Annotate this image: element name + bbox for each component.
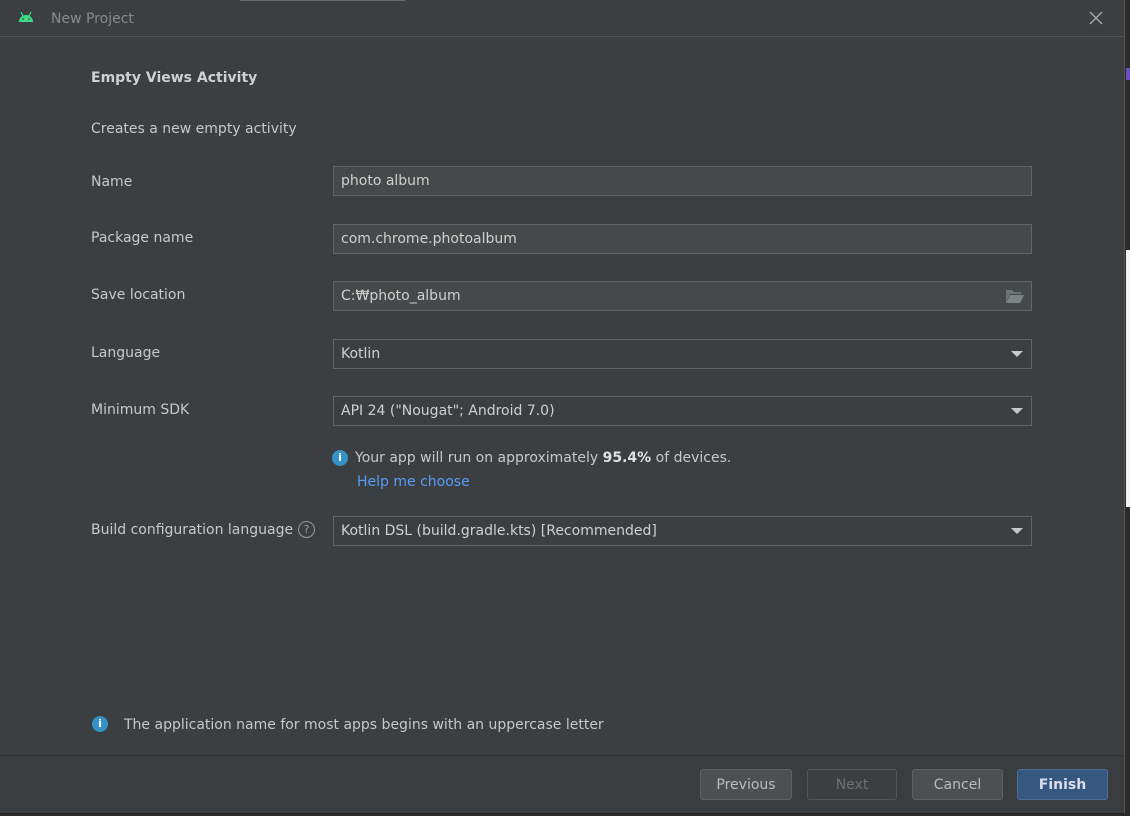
validation-hint: The application name for most apps begin… bbox=[124, 717, 604, 733]
coverage-suffix: of devices. bbox=[655, 450, 732, 466]
android-icon bbox=[19, 12, 33, 22]
chevron-down-icon bbox=[1011, 528, 1023, 534]
language-label: Language bbox=[91, 345, 161, 361]
title-bar-highlight bbox=[240, 0, 405, 1]
save-location-input[interactable]: C:₩photo_album bbox=[333, 281, 1032, 311]
language-dropdown[interactable]: Kotlin bbox=[333, 339, 1032, 369]
previous-button[interactable]: Previous bbox=[700, 769, 792, 800]
new-project-dialog: New Project Empty Views Activity Creates… bbox=[0, 0, 1125, 814]
package-name-label: Package name bbox=[91, 230, 194, 246]
close-icon[interactable] bbox=[1088, 10, 1104, 26]
save-location-value: C:₩photo_album bbox=[341, 288, 461, 304]
name-label: Name bbox=[91, 174, 133, 190]
minimum-sdk-label: Minimum SDK bbox=[91, 402, 190, 418]
coverage-prefix: Your app will run on approximately bbox=[355, 450, 599, 466]
language-value: Kotlin bbox=[341, 346, 381, 362]
device-coverage-note: Your app will run on approximately 95.4%… bbox=[355, 450, 731, 466]
info-icon: i bbox=[332, 450, 348, 466]
finish-button[interactable]: Finish bbox=[1017, 769, 1108, 800]
chevron-down-icon bbox=[1011, 408, 1023, 414]
chevron-down-icon bbox=[1011, 351, 1023, 357]
build-config-language-value: Kotlin DSL (build.gradle.kts) [Recommend… bbox=[341, 523, 657, 539]
page-description: Creates a new empty activity bbox=[91, 121, 297, 137]
help-me-choose-link[interactable]: Help me choose bbox=[357, 474, 470, 490]
background-window-panel bbox=[1126, 250, 1130, 507]
minimum-sdk-dropdown[interactable]: API 24 ("Nougat"; Android 7.0) bbox=[333, 396, 1032, 426]
name-input[interactable] bbox=[333, 166, 1032, 196]
build-config-language-label: Build configuration language bbox=[91, 522, 294, 538]
coverage-percent: 95.4% bbox=[602, 450, 652, 466]
package-name-input[interactable] bbox=[333, 224, 1032, 254]
build-config-language-dropdown[interactable]: Kotlin DSL (build.gradle.kts) [Recommend… bbox=[333, 516, 1032, 546]
background-window-accent bbox=[1126, 68, 1130, 80]
minimum-sdk-value: API 24 ("Nougat"; Android 7.0) bbox=[341, 403, 555, 419]
window-title: New Project bbox=[51, 11, 134, 27]
save-location-label: Save location bbox=[91, 287, 186, 303]
cancel-button[interactable]: Cancel bbox=[912, 769, 1003, 800]
folder-icon[interactable] bbox=[1005, 288, 1025, 304]
title-bar: New Project bbox=[0, 0, 1124, 37]
next-button[interactable]: Next bbox=[807, 769, 897, 800]
page-title: Empty Views Activity bbox=[91, 70, 258, 86]
info-icon: i bbox=[92, 716, 108, 732]
help-icon[interactable]: ? bbox=[298, 521, 315, 538]
